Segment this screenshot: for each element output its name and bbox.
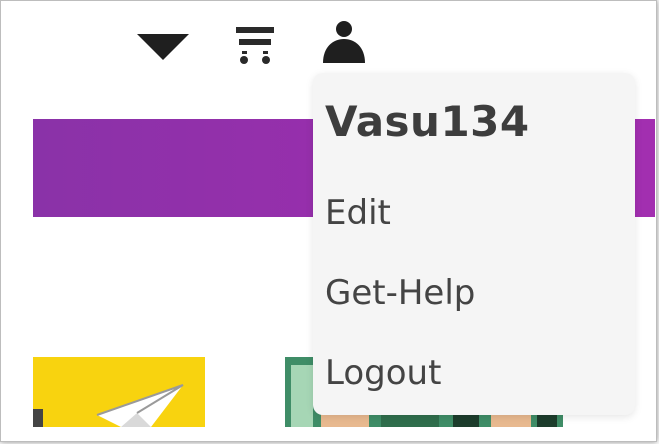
username-label: Vasu134 [325,97,530,146]
menu-item-edit[interactable]: Edit [325,193,391,233]
caret-down-icon[interactable] [135,32,191,62]
product-card-yellow[interactable] [33,357,205,427]
menu-item-logout[interactable]: Logout [325,353,441,393]
cart-icon[interactable] [234,25,276,65]
user-dropdown-menu: Vasu134 Edit Get-Help Logout [313,73,635,415]
menu-item-get-help[interactable]: Get-Help [325,273,475,313]
paper-plane-icon [33,384,184,427]
user-icon[interactable] [319,19,369,63]
app-window: Vasu134 Edit Get-Help Logout [0,0,657,442]
